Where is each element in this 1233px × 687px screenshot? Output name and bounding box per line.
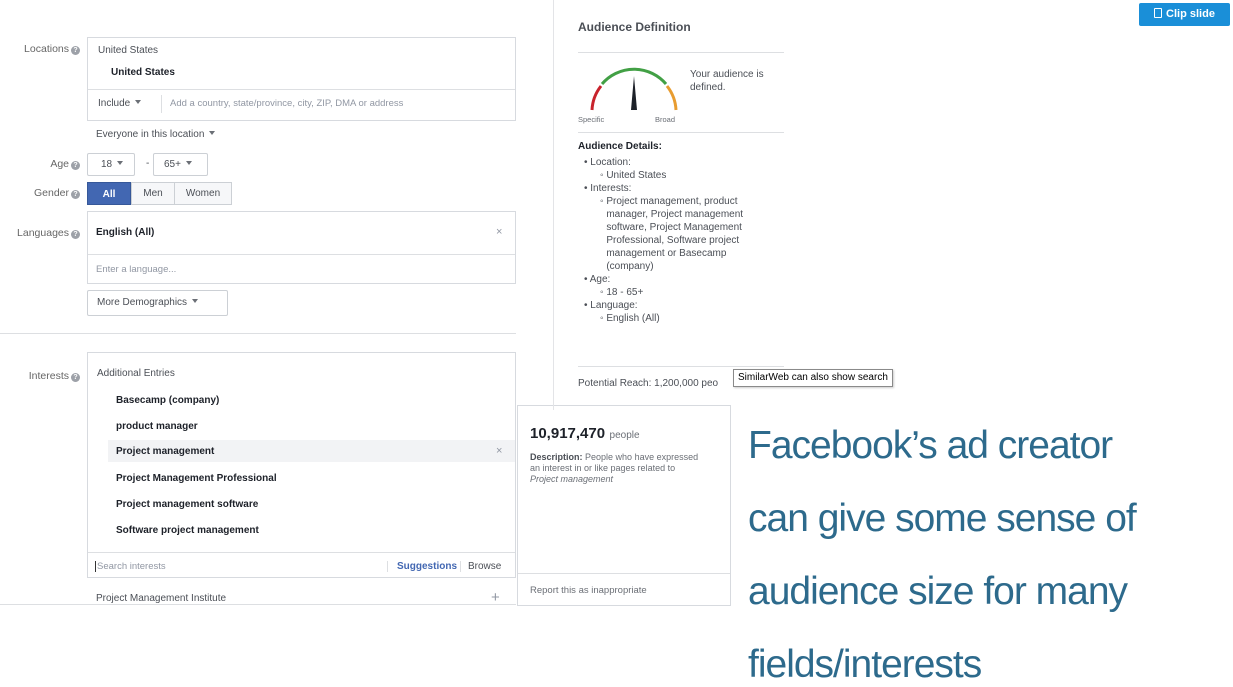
chevron-down-icon [209, 131, 216, 135]
audience-details-list: • Location: ◦ United States • Interests:… [584, 157, 744, 324]
audience-count: 10,917,470 [530, 425, 606, 442]
age-label: Age? [0, 158, 80, 170]
interest-item[interactable]: product manager [116, 421, 198, 432]
more-demographics-button[interactable]: More Demographics [87, 290, 228, 316]
interest-description: Description: People who have expressed a… [530, 452, 699, 484]
suggestions-link[interactable]: Suggestions [387, 561, 457, 572]
gauge-specific-label: Specific [578, 115, 605, 124]
location-scope-dropdown[interactable]: Everyone in this location [96, 129, 216, 140]
gender-label: Gender? [0, 187, 80, 199]
audience-title: Audience Definition [578, 20, 691, 34]
audience-panel: Audience Definition Specific Broad Your … [554, 0, 784, 410]
location-selected[interactable]: United States [111, 67, 175, 78]
chevron-down-icon [185, 161, 192, 165]
interest-item-highlighted[interactable]: Project management × [108, 440, 515, 462]
caption-line: Facebook’s ad creator [748, 424, 1113, 467]
interests-group-title: Additional Entries [97, 368, 175, 379]
interest-item[interactable]: Basecamp (company) [116, 395, 219, 406]
interest-item[interactable]: Project management software [116, 499, 258, 510]
audience-details-title: Audience Details: [578, 141, 662, 152]
interests-label: Interests? [0, 370, 80, 382]
help-icon[interactable]: ? [71, 46, 80, 55]
caption-line: fields/interests [748, 643, 982, 686]
clip-slide-button[interactable]: Clip slide [1139, 3, 1230, 26]
remove-interest-icon[interactable]: × [496, 445, 502, 457]
language-input[interactable]: Enter a language... [96, 264, 176, 275]
language-selected[interactable]: English (All) [96, 227, 154, 238]
include-dropdown[interactable]: Include [98, 98, 142, 109]
help-icon[interactable]: ? [71, 161, 80, 170]
chevron-down-icon [192, 299, 199, 303]
audience-status: Your audience is defined. [690, 69, 764, 93]
interest-size-card: 10,917,470 people Description: People wh… [517, 405, 731, 606]
help-icon[interactable]: ? [71, 190, 80, 199]
caption-line: can give some sense of [748, 497, 1137, 540]
help-icon[interactable]: ? [71, 230, 80, 239]
gender-toggle: All Men Women [87, 182, 232, 205]
age-min-select[interactable]: 18 [87, 153, 135, 176]
report-link[interactable]: Report this as inappropriate [530, 585, 647, 596]
audience-unit: people [609, 430, 640, 441]
age-max-select[interactable]: 65+ [153, 153, 208, 176]
locations-label: Locations? [0, 43, 80, 55]
chevron-down-icon [117, 161, 124, 165]
browse-link[interactable]: Browse [460, 561, 501, 572]
help-icon[interactable]: ? [71, 373, 80, 382]
age-separator: - [146, 158, 150, 169]
audience-gauge [590, 67, 678, 111]
search-interests-input[interactable]: Search interests [95, 561, 166, 572]
clip-icon [1154, 8, 1163, 18]
languages-box: English (All) × Enter a language... [87, 211, 516, 284]
caption-line: audience size for many [748, 570, 1128, 613]
potential-reach: Potential Reach: 1,200,000 peo [578, 378, 719, 389]
languages-label: Languages? [0, 227, 80, 239]
remove-language-icon[interactable]: × [496, 226, 502, 238]
locations-box: United States United States Include Add … [87, 37, 516, 121]
slide-caption: Facebook’s ad creator can give some sens… [748, 418, 1228, 687]
chevron-down-icon [135, 100, 142, 104]
locations-header: United States [98, 45, 159, 56]
gender-all-button[interactable]: All [87, 182, 131, 205]
interest-item[interactable]: Project Management Professional [116, 473, 277, 484]
interests-box: Additional Entries Basecamp (company) pr… [87, 352, 516, 578]
hover-tooltip: SimilarWeb can also show search [733, 369, 893, 387]
location-search-input[interactable]: Add a country, state/province, city, ZIP… [170, 98, 403, 109]
gender-women-button[interactable]: Women [175, 182, 232, 205]
interest-item[interactable]: Software project management [116, 525, 259, 536]
gauge-broad-label: Broad [655, 115, 676, 124]
gender-men-button[interactable]: Men [131, 182, 175, 205]
